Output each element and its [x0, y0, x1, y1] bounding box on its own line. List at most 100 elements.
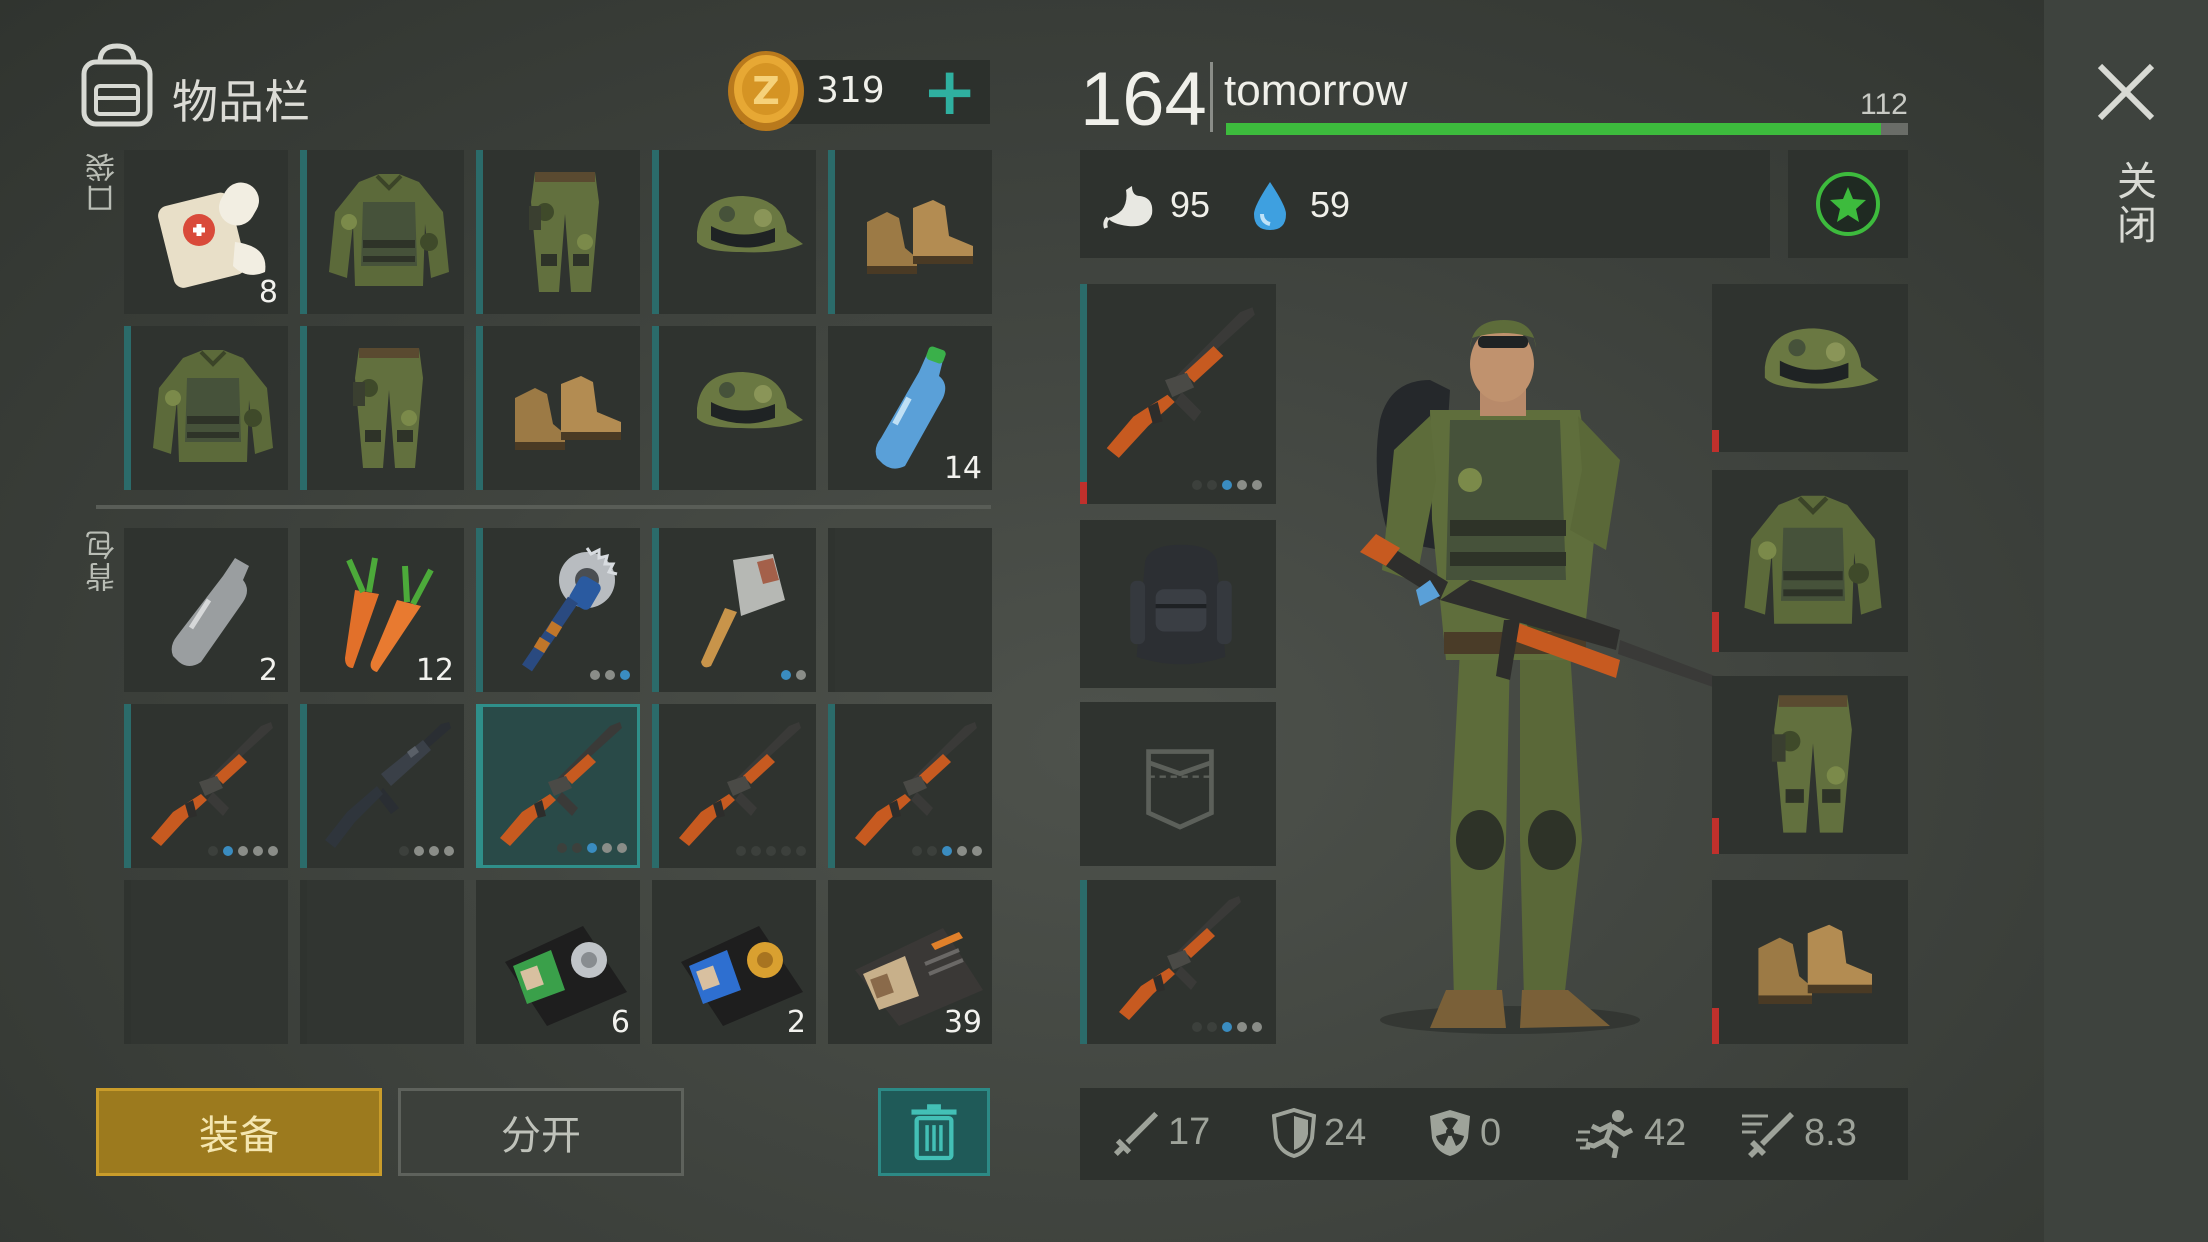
item-count: 39	[943, 1005, 982, 1040]
star-badge-icon	[1816, 172, 1880, 236]
defense-stat: 24	[1272, 1108, 1366, 1158]
pocket-slot[interactable]	[652, 326, 816, 490]
stomach-icon	[1102, 182, 1158, 230]
head-slot[interactable]	[1712, 284, 1908, 452]
backpack-slot[interactable]	[300, 704, 464, 868]
backpack-slot[interactable]: 2	[124, 528, 288, 692]
camo-pants-icon	[495, 162, 635, 302]
delete-button[interactable]	[878, 1088, 990, 1176]
durability-low-marker	[1712, 612, 1719, 652]
durability-low-marker	[1712, 1008, 1719, 1044]
pocket-slot[interactable]: 14	[828, 326, 992, 490]
radiation-shield-icon	[1430, 1110, 1470, 1156]
secondary-weapon-slot[interactable]	[1080, 880, 1276, 1044]
pocket-slot[interactable]	[300, 326, 464, 490]
ak47-icon	[671, 716, 811, 856]
cleaver-icon	[671, 540, 811, 680]
close-label[interactable]: 关闭	[2104, 160, 2162, 248]
item-count: 2	[786, 1005, 806, 1040]
inventory-title: 物品栏	[172, 75, 310, 129]
backpack-icon	[76, 40, 158, 128]
item-count: 8	[258, 275, 278, 310]
backpack-slot[interactable]	[124, 704, 288, 868]
favorite-button[interactable]	[1788, 150, 1908, 258]
xp-bar-fill	[1226, 123, 1881, 135]
backpack-slot[interactable]: 12	[300, 528, 464, 692]
item-count: 6	[610, 1005, 630, 1040]
trash-icon	[911, 1104, 957, 1161]
split-button[interactable]: 分开	[398, 1088, 684, 1176]
durability-dots	[557, 843, 627, 853]
pocket-slot[interactable]	[124, 326, 288, 490]
add-coins-button[interactable]: +	[922, 52, 977, 132]
primary-weapon-slot[interactable]	[1080, 284, 1276, 504]
backpack-slot[interactable]: 39	[828, 880, 992, 1044]
backpack-slot[interactable]: 6	[476, 880, 640, 1044]
item-count: 12	[415, 653, 454, 688]
level-divider	[1210, 62, 1213, 132]
durability-dots	[590, 670, 630, 680]
torso-slot[interactable]	[1712, 470, 1908, 652]
durability-dots	[736, 846, 806, 856]
ak47-icon	[1111, 890, 1251, 1030]
pocket-slot[interactable]: 8	[124, 150, 288, 314]
durability-low-marker	[1712, 430, 1719, 452]
backpack-slot[interactable]: 2	[652, 880, 816, 1044]
attack-speed-value: 8.3	[1804, 1111, 1857, 1154]
saw-mace-icon	[495, 540, 635, 680]
backpack-slot-empty[interactable]	[300, 880, 464, 1044]
coin-icon: Z	[726, 48, 806, 134]
pocket-slot[interactable]	[476, 326, 640, 490]
thirst-value: 59	[1310, 184, 1351, 225]
legs-slot[interactable]	[1712, 676, 1908, 854]
boots-icon	[495, 338, 635, 478]
ak47-icon	[492, 716, 632, 856]
pocket-placeholder-icon	[1125, 728, 1235, 838]
backpack-slot[interactable]	[652, 528, 816, 692]
equip-button[interactable]: 装备	[96, 1088, 382, 1176]
m16-icon	[319, 716, 459, 856]
backpack-slot[interactable]	[828, 704, 992, 868]
camo-pants-icon	[1733, 684, 1893, 844]
backpack-label: 背包	[86, 528, 121, 592]
boots-icon	[1737, 884, 1887, 1034]
running-man-icon	[1576, 1110, 1634, 1158]
pocket-slot[interactable]	[476, 150, 640, 314]
character-model	[1320, 320, 1740, 1040]
inventory-panel: 物品栏 Z 319 + 口袋 背包 8 14 2 12 6 2 39 装备 分开	[0, 0, 1000, 1242]
pocket-slot[interactable]	[300, 150, 464, 314]
item-count: 14	[943, 451, 982, 486]
camo-cap-icon	[671, 338, 811, 478]
toxic-defense-value: 0	[1480, 1111, 1502, 1154]
camo-jacket-icon	[143, 338, 283, 478]
pocket-slot[interactable]	[828, 150, 992, 314]
close-icon	[2097, 63, 2155, 121]
xp-bar-track	[1226, 123, 1908, 135]
pocket-slot[interactable]	[652, 150, 816, 314]
pocket-equip-slot[interactable]	[1080, 702, 1276, 866]
backpack-slot-empty[interactable]	[828, 528, 992, 692]
attack-speed-stat: 8.3	[1740, 1108, 1857, 1158]
xp-value: 112	[1860, 88, 1908, 121]
character-panel: 164 tomorrow 112 95 59 17 24 0 42 8.3	[1000, 0, 2000, 1242]
durability-dots	[1192, 1022, 1262, 1032]
backpack-slot[interactable]	[476, 528, 640, 692]
durability-dots	[912, 846, 982, 856]
hunger-value: 95	[1170, 184, 1211, 225]
backpack-slot-selected[interactable]	[476, 704, 640, 868]
backpack-slot[interactable]	[652, 704, 816, 868]
ak47-icon	[847, 716, 987, 856]
close-button[interactable]	[2094, 60, 2158, 124]
camo-pants-icon	[319, 338, 459, 478]
durability-low-marker	[1080, 482, 1087, 504]
pocket-label: 口袋	[86, 150, 121, 214]
camo-jacket-icon	[1733, 482, 1893, 642]
durability-dots	[399, 846, 454, 856]
boots-icon	[847, 162, 987, 302]
durability-dots	[1192, 480, 1262, 490]
speed-value: 42	[1644, 1111, 1687, 1154]
backpack-equip-slot[interactable]	[1080, 520, 1276, 688]
backpack-slot-empty[interactable]	[124, 880, 288, 1044]
sword-speed-icon	[1742, 1112, 1794, 1158]
feet-slot[interactable]	[1712, 880, 1908, 1044]
